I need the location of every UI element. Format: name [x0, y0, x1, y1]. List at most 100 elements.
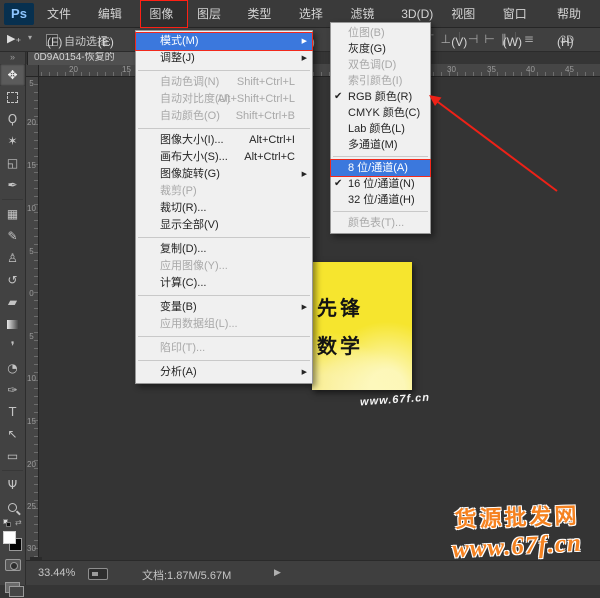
document-sizes-label: 文档:1.87M/5.67M [142, 567, 231, 583]
menu-item-analysis[interactable]: 分析(A) ▶ [136, 364, 312, 381]
align-vertical-centers-icon[interactable]: ⊥ [440, 32, 450, 46]
swap-colors-icon[interactable]: ⇄ [15, 518, 22, 527]
brush-tool-icon: ✎ [7, 229, 17, 243]
ruler-label: 15 [122, 65, 131, 74]
open-document-image[interactable]: 先锋 数学 [312, 262, 412, 390]
submenu-item-grayscale[interactable]: 灰度(G) [331, 41, 430, 57]
submenu-item-multichannel[interactable]: 多通道(M) [331, 137, 430, 153]
auto-align-layers-icon[interactable]: ≡ [524, 32, 534, 46]
menu-view[interactable]: 视图(V) [442, 0, 493, 28]
menu-item-shortcut: Alt+Shift+Ctrl+L [218, 91, 295, 108]
distribute-left-edges-icon[interactable]: ⊣ [468, 32, 478, 46]
foreground-color-swatch[interactable] [3, 531, 16, 544]
crop-tool[interactable]: ◱ [0, 152, 25, 174]
menu-edit[interactable]: 编辑(E) [89, 0, 140, 28]
magic-wand-tool[interactable]: ✶ [0, 130, 25, 152]
menu-item-calculations[interactable]: 计算(C)... [136, 275, 312, 292]
submenu-item-duotone[interactable]: 双色调(D) [331, 57, 430, 73]
tools-panel: » ✥ Ϙ ✶ ◱ ✒ ▦ ✎ ♙ ↺ ▰ ❜ ◔ ✑ T ↖ ▭ Ψ ⇄ [0, 52, 26, 585]
menu-item-auto-tone[interactable]: 自动色调(N) Shift+Ctrl+L [136, 74, 312, 91]
menu-help[interactable]: 帮助(H) [548, 0, 600, 28]
menu-item-shortcut: Alt+Ctrl+I [249, 132, 295, 149]
hand-tool-icon: Ψ [8, 478, 17, 492]
submenu-item-rgb-color[interactable]: ✔ RGB 颜色(R) [331, 89, 430, 105]
submenu-item-8-bits[interactable]: 8 位/通道(A) [331, 160, 430, 176]
healing-brush-tool[interactable]: ▦ [0, 203, 25, 225]
menu-item-apply-image[interactable]: 应用图像(Y)... [136, 258, 312, 275]
rectangular-marquee-tool[interactable] [0, 86, 25, 108]
menu-layer[interactable]: 图层(L) [188, 0, 238, 28]
submenu-item-indexed-color[interactable]: 索引颜色(I) [331, 73, 430, 89]
move-tool[interactable]: ✥ [0, 64, 25, 86]
quick-mask-button[interactable] [0, 554, 25, 576]
screen-mode-icon [5, 582, 20, 593]
ruler-label: 30 [447, 65, 456, 74]
menu-item-trim[interactable]: 裁切(R)... [136, 200, 312, 217]
menu-item-label: 裁切(R)... [160, 202, 206, 214]
menu-item-reveal-all[interactable]: 显示全部(V) [136, 217, 312, 234]
menu-image[interactable]: 图像(I) [140, 0, 188, 28]
submenu-item-bitmap[interactable]: 位图(B) [331, 25, 430, 41]
type-tool[interactable]: T [0, 401, 25, 423]
menu-item-auto-color[interactable]: 自动颜色(O) Shift+Ctrl+B [136, 108, 312, 125]
status-bar-notch [30, 557, 42, 561]
menu-window[interactable]: 窗口(W) [494, 0, 548, 28]
canvas-area[interactable]: 先锋 数学 www.67f.cn [40, 78, 600, 560]
menu-item-apply-data-set[interactable]: 应用数据组(L)... [136, 316, 312, 333]
menu-type[interactable]: 类型(Y) [238, 0, 289, 28]
submenu-item-color-table[interactable]: 颜色表(T)... [331, 215, 430, 231]
eraser-tool[interactable]: ▰ [0, 291, 25, 313]
submenu-item-cmyk-color[interactable]: CMYK 颜色(C) [331, 105, 430, 121]
submenu-item-32-bits[interactable]: 32 位/通道(H) [331, 192, 430, 208]
menu-item-shortcut: Shift+Ctrl+L [237, 74, 295, 91]
site-watermark: 货源批发网 www.67f.cn [436, 500, 598, 561]
submenu-item-label: 16 位/通道(N) [348, 178, 415, 190]
screen-mode-button[interactable] [0, 576, 25, 598]
menu-item-label: 应用数据组(L)... [160, 318, 238, 330]
menu-file[interactable]: 文件(F) [38, 0, 89, 28]
zoom-level-field[interactable]: 33.44% [38, 567, 75, 579]
submenu-item-16-bits[interactable]: ✔ 16 位/通道(N) [331, 176, 430, 192]
menu-bar: Ps 文件(F) 编辑(E) 图像(I) 图层(L) 类型(Y) 选择(S) 滤… [0, 0, 600, 28]
shape-tool-icon: ▭ [7, 449, 18, 463]
menu-item-image-rotation[interactable]: 图像旋转(G) ▶ [136, 166, 312, 183]
menu-item-auto-contrast[interactable]: 自动对比度(U) Alt+Shift+Ctrl+L [136, 91, 312, 108]
brush-tool[interactable]: ✎ [0, 225, 25, 247]
move-tool-preset-icon[interactable]: ▶₊ [7, 32, 21, 45]
shape-tool[interactable]: ▭ [0, 445, 25, 467]
menu-item-crop[interactable]: 裁剪(P) [136, 183, 312, 200]
distribute-horizontal-centers-icon[interactable]: ⊢ [484, 32, 494, 46]
menu-item-label: 图像旋转(G) [160, 168, 220, 180]
vertical-ruler: 5 20 15 10 5 0 5 10 15 20 25 30 [26, 77, 39, 560]
collapse-toolbar-icon[interactable]: » [0, 52, 25, 64]
menu-item-duplicate[interactable]: 复制(D)... [136, 241, 312, 258]
menu-item-variables[interactable]: 变量(B) ▶ [136, 299, 312, 316]
photoshop-logo: Ps [4, 3, 34, 25]
eyedropper-tool[interactable]: ✒ [0, 174, 25, 196]
status-options-arrow-icon[interactable]: ▶ [274, 567, 281, 578]
menu-item-label: 图像大小(I)... [160, 134, 224, 146]
menu-item-label: 分析(A) [160, 366, 197, 378]
dodge-tool[interactable]: ◔ [0, 357, 25, 379]
menu-item-canvas-size[interactable]: 画布大小(S)... Alt+Ctrl+C [136, 149, 312, 166]
menu-item-image-size[interactable]: 图像大小(I)... Alt+Ctrl+I [136, 132, 312, 149]
menu-item-label: 计算(C)... [160, 277, 206, 289]
history-brush-tool[interactable]: ↺ [0, 269, 25, 291]
submenu-item-label: 索引颜色(I) [348, 75, 402, 87]
gradient-tool[interactable] [0, 313, 25, 335]
blur-tool[interactable]: ❜ [0, 335, 25, 357]
tool-preset-caret-icon[interactable]: ▾ [28, 33, 32, 42]
clone-stamp-tool[interactable]: ♙ [0, 247, 25, 269]
zoom-tool[interactable] [0, 496, 25, 518]
hand-tool[interactable]: Ψ [0, 474, 25, 496]
lasso-tool[interactable]: Ϙ [0, 108, 25, 130]
menu-item-mode[interactable]: 模式(M) ▶ [136, 33, 312, 50]
path-selection-tool[interactable]: ↖ [0, 423, 25, 445]
submenu-item-lab-color[interactable]: Lab 颜色(L) [331, 121, 430, 137]
checkmark-icon: ✔ [334, 176, 342, 192]
submenu-arrow-icon: ▶ [302, 364, 307, 381]
menu-item-adjustments[interactable]: 调整(J) ▶ [136, 50, 312, 67]
menu-item-trap[interactable]: 陷印(T)... [136, 340, 312, 357]
menu-item-label: 陷印(T)... [160, 342, 205, 354]
pen-tool[interactable]: ✑ [0, 379, 25, 401]
